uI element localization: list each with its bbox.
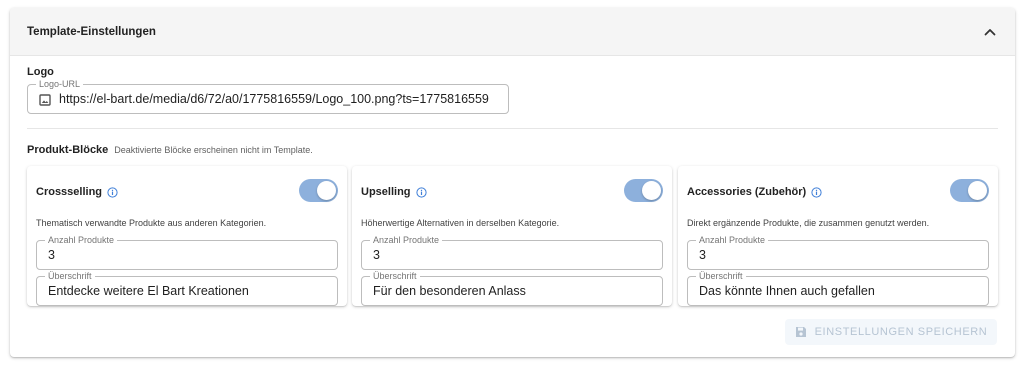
crossselling-toggle[interactable]: [299, 179, 338, 202]
count-value: 3: [699, 248, 706, 262]
toggle-knob: [968, 181, 987, 200]
accessories-count-field[interactable]: Anzahl Produkte 3: [687, 235, 989, 270]
block-card-crossselling: Crossselling Thematisch verwandte Produk…: [27, 166, 347, 306]
blocks-section-title: Produkt-Blöcke: [27, 144, 109, 156]
block-card-upselling: Upselling Höherwertige Alternativen in d…: [352, 166, 672, 306]
blocks-section-label: Produkt-Blöcke Deaktivierte Blöcke ersche…: [27, 144, 313, 156]
card-title-row: Accessories (Zubehör): [687, 186, 822, 198]
count-label: Anzahl Produkte: [696, 235, 769, 245]
heading-value: Das könnte Ihnen auch gefallen: [699, 284, 875, 298]
heading-value: Für den besonderen Anlass: [373, 284, 526, 298]
card-title: Accessories (Zubehör): [687, 186, 807, 198]
card-title-row: Upselling: [361, 186, 427, 198]
accessories-heading-field[interactable]: Überschrift Das könnte Ihnen auch gefall…: [687, 271, 989, 306]
upselling-toggle[interactable]: [624, 179, 663, 202]
card-title: Upselling: [361, 186, 411, 198]
info-icon[interactable]: [811, 186, 822, 198]
info-icon[interactable]: [107, 186, 118, 198]
heading-value: Entdecke weitere El Bart Kreationen: [48, 284, 249, 298]
template-settings-panel: Template-Einstellungen Logo Logo-URL htt…: [10, 8, 1015, 357]
count-label: Anzahl Produkte: [370, 235, 443, 245]
count-label: Anzahl Produkte: [45, 235, 118, 245]
chevron-up-icon[interactable]: [981, 23, 999, 41]
upselling-count-field[interactable]: Anzahl Produkte 3: [361, 235, 663, 270]
panel-title: Template-Einstellungen: [27, 25, 156, 38]
floppy-disk-icon: [795, 326, 807, 338]
image-icon: [39, 94, 51, 106]
toggle-knob: [317, 181, 336, 200]
panel-header[interactable]: Template-Einstellungen: [10, 8, 1015, 56]
upselling-heading-field[interactable]: Überschrift Für den besonderen Anlass: [361, 271, 663, 306]
crossselling-count-field[interactable]: Anzahl Produkte 3: [36, 235, 338, 270]
card-description: Höherwertige Alternativen in derselben K…: [361, 218, 560, 228]
toggle-knob: [642, 181, 661, 200]
card-title-row: Crossselling: [36, 186, 118, 198]
card-title: Crossselling: [36, 186, 103, 198]
count-value: 3: [48, 248, 55, 262]
save-settings-button[interactable]: EINSTELLUNGEN SPEICHERN: [785, 319, 997, 345]
blocks-section-note: Deaktivierte Blöcke erscheinen nicht im …: [114, 145, 313, 155]
block-card-accessories: Accessories (Zubehör) Direkt ergänzende …: [678, 166, 998, 306]
crossselling-heading-field[interactable]: Überschrift Entdecke weitere El Bart Kre…: [36, 271, 338, 306]
card-description: Thematisch verwandte Produkte aus andere…: [36, 218, 267, 228]
accessories-toggle[interactable]: [950, 179, 989, 202]
count-value: 3: [373, 248, 380, 262]
logo-section-label: Logo: [27, 66, 54, 78]
info-icon[interactable]: [415, 186, 427, 198]
section-divider: [27, 128, 998, 129]
card-description: Direkt ergänzende Produkte, die zusammen…: [687, 218, 930, 228]
logo-url-field[interactable]: Logo-URL https://el-bart.de/media/d6/72/…: [27, 79, 509, 114]
save-button-label: EINSTELLUNGEN SPEICHERN: [814, 326, 988, 338]
logo-url-value: https://el-bart.de/media/d6/72/a0/177581…: [59, 92, 489, 106]
